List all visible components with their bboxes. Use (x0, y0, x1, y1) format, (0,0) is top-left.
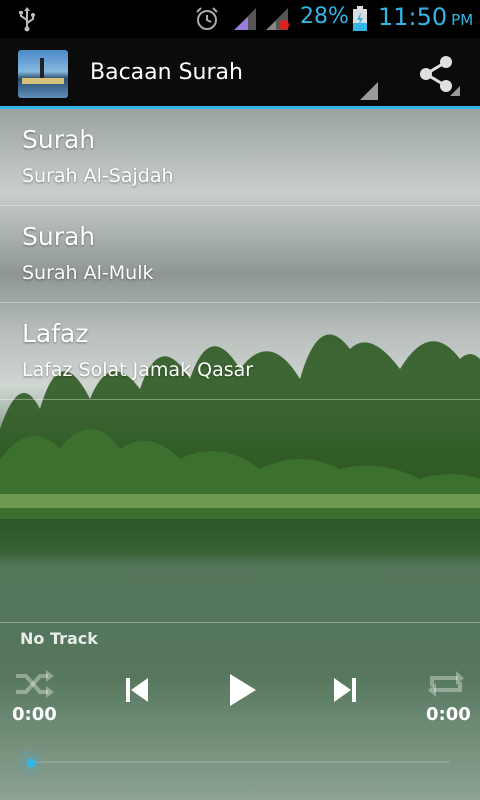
battery-percentage: 28% (300, 4, 349, 29)
elapsed-time: 0:00 (12, 704, 57, 725)
repeat-icon[interactable] (426, 666, 466, 702)
total-duration: 0:00 (426, 704, 471, 725)
list-item-heading: Lafaz (22, 319, 89, 348)
next-icon[interactable] (324, 672, 364, 708)
app-icon-dock (22, 78, 64, 84)
shuffle-icon[interactable] (14, 666, 54, 702)
clock-ampm: PM (451, 11, 474, 29)
share-icon[interactable] (414, 52, 460, 96)
audio-player: No Track 0:00 0:00 (0, 620, 480, 800)
status-bar: 28% 11:50 PM (0, 0, 480, 38)
list-item-subtitle: Surah Al-Mulk (22, 262, 154, 284)
battery-charging-icon (353, 6, 367, 31)
player-divider (0, 622, 480, 623)
app-title[interactable]: Bacaan Surah (90, 60, 243, 85)
list-item-subtitle: Lafaz Solat Jamak Qasar (22, 359, 254, 381)
clock-time: 11:50 (378, 3, 448, 31)
surah-list: Surah Surah Al-Sajdah Surah Surah Al-Mul… (0, 109, 480, 400)
play-icon[interactable] (220, 670, 262, 710)
action-bar: Bacaan Surah (0, 38, 480, 108)
signal-icon (266, 8, 289, 30)
status-clock: 11:50 PM (378, 3, 473, 31)
signal-icon (234, 8, 256, 30)
list-item-subtitle: Surah Al-Sajdah (22, 165, 174, 187)
list-item[interactable]: Lafaz Lafaz Solat Jamak Qasar (0, 303, 480, 400)
list-item[interactable]: Surah Surah Al-Mulk (0, 206, 480, 303)
list-item-heading: Surah (22, 222, 96, 251)
seek-thumb[interactable] (14, 748, 48, 778)
app-icon[interactable] (18, 50, 68, 98)
seek-bar[interactable] (30, 761, 450, 763)
previous-icon[interactable] (118, 672, 158, 708)
list-item-heading: Surah (22, 125, 96, 154)
list-item[interactable]: Surah Surah Al-Sajdah (0, 109, 480, 206)
track-title: No Track (20, 629, 98, 648)
spinner-corner-icon (360, 82, 378, 100)
usb-icon (19, 7, 35, 32)
alarm-icon (196, 7, 218, 30)
